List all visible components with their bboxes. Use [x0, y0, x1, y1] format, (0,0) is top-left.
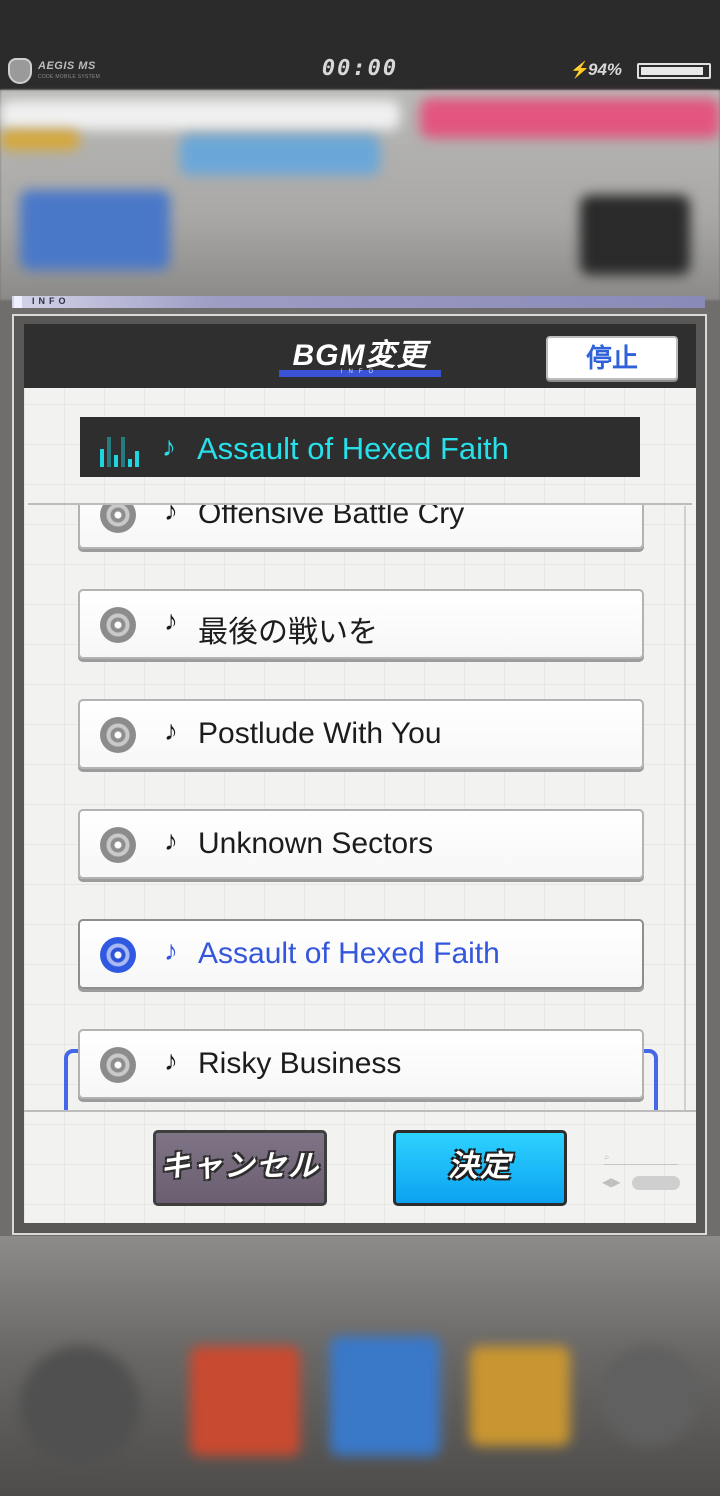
- bgm-change-dialog: BGM変更 INFO 停止 ♪ Assault of Hexed Faith ♪…: [24, 324, 696, 1223]
- song-item-postlude-with-you[interactable]: ♪ Postlude With You: [78, 699, 644, 769]
- disc-icon: [100, 827, 136, 863]
- song-item-unknown-sectors[interactable]: ♪ Unknown Sectors: [78, 809, 644, 879]
- disc-icon: [100, 937, 136, 973]
- lightning-bolt-icon: ⚡: [570, 62, 590, 79]
- disc-icon: [100, 505, 136, 533]
- music-note-icon: ♪: [162, 431, 176, 462]
- song-list[interactable]: ♪ Offensive Battle Cry ♪ 最後の戦いを ♪ Postlu…: [24, 505, 696, 1110]
- info-strip-label: INFO: [32, 296, 70, 306]
- song-title: Postlude With You: [198, 717, 442, 750]
- disc-icon: [100, 1047, 136, 1083]
- song-title: Assault of Hexed Faith: [198, 937, 500, 970]
- status-bar: AEGIS MS CODE MOBILE SYSTEM 00:00 ⚡ 94%: [0, 48, 720, 92]
- background-menu-bar: [0, 1236, 720, 1496]
- disc-icon: [100, 717, 136, 753]
- arrows-icon: ◀▶: [602, 1175, 621, 1189]
- song-title: Risky Business: [198, 1047, 402, 1080]
- now-playing-title: Assault of Hexed Faith: [197, 431, 509, 466]
- confirm-button[interactable]: 決定: [393, 1130, 567, 1206]
- info-strip: INFO: [12, 296, 705, 308]
- decorative-pill: [632, 1176, 680, 1190]
- song-title: Unknown Sectors: [198, 827, 434, 860]
- disc-icon: [100, 607, 136, 643]
- music-note-icon: ♪: [164, 715, 178, 746]
- music-note-icon: ♪: [164, 605, 178, 636]
- info-strip-marker: [14, 296, 22, 308]
- dialog-header: BGM変更 INFO 停止: [24, 324, 696, 388]
- music-note-icon: ♪: [164, 1045, 178, 1076]
- cancel-button[interactable]: キャンセル: [153, 1130, 327, 1206]
- battery-level-fill: [641, 67, 704, 75]
- now-playing-bar: ♪ Assault of Hexed Faith: [80, 417, 640, 477]
- song-item-risky-business[interactable]: ♪ Risky Business: [78, 1029, 644, 1099]
- battery-icon: [637, 63, 711, 79]
- title-subtext: INFO: [340, 369, 380, 375]
- list-divider-bottom: [24, 1110, 696, 1112]
- music-note-icon: ♪: [164, 505, 178, 526]
- decorative-line: [604, 1164, 678, 1165]
- song-item-saigo-no-tatakai-wo[interactable]: ♪ 最後の戦いを: [78, 589, 644, 659]
- song-title: 最後の戦いを: [198, 616, 378, 649]
- background-scene: [0, 90, 720, 300]
- song-title: Offensive Battle Cry: [198, 505, 465, 530]
- song-item-offensive-battle-cry[interactable]: ♪ Offensive Battle Cry: [78, 505, 644, 549]
- battery-percent: 94%: [588, 60, 623, 79]
- search-icon: ⌕: [604, 1152, 610, 1163]
- stop-button[interactable]: 停止: [546, 336, 678, 380]
- music-note-icon: ♪: [164, 825, 178, 856]
- song-item-assault-of-hexed-faith[interactable]: ♪ Assault of Hexed Faith: [78, 919, 644, 989]
- music-note-icon: ♪: [164, 935, 178, 966]
- equalizer-icon: [100, 431, 140, 467]
